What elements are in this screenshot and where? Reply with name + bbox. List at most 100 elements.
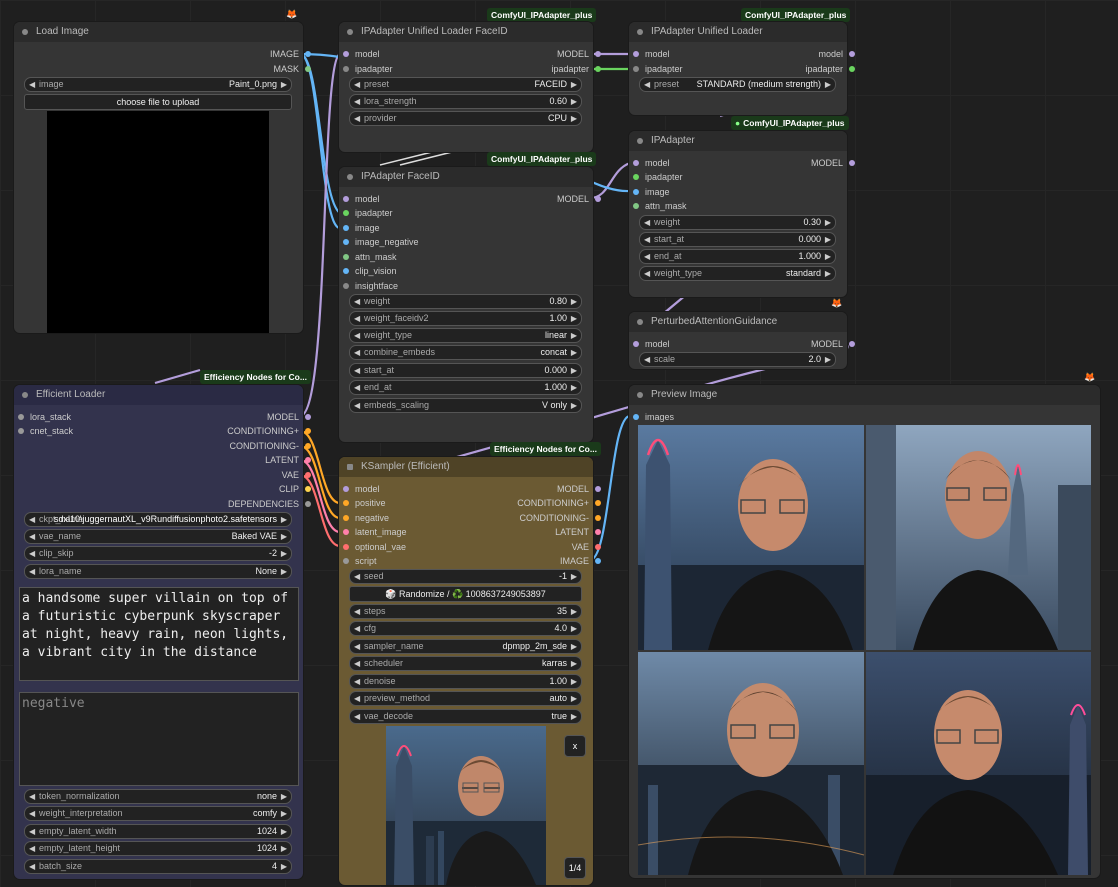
upload-button[interactable]: choose file to upload: [24, 94, 292, 110]
input-latent-image[interactable]: latent_image: [341, 525, 455, 539]
denoise-input[interactable]: ◀ denoise 1.00 ▶: [349, 674, 582, 689]
ipadapter-loader-faceid-node[interactable]: IPAdapter Unified Loader FaceID model ip…: [339, 22, 601, 152]
weight-interpretation-select[interactable]: ◀ weight_interpretation comfy ▶: [24, 806, 292, 821]
output-image[interactable]: IMAGE: [194, 47, 311, 61]
output-ipadapter[interactable]: ipadapter: [749, 62, 855, 76]
node-title[interactable]: IPAdapter FaceID: [339, 167, 593, 187]
node-title[interactable]: KSampler (Efficient): [339, 457, 593, 477]
input-ipadapter[interactable]: ipadapter: [631, 62, 735, 76]
output-clip[interactable]: CLIP: [164, 482, 311, 496]
input-ipadapter[interactable]: ipadapter: [631, 170, 735, 184]
ipadapter-node[interactable]: IPAdapter model ipadapter image attn_mas…: [629, 131, 855, 297]
output-vae[interactable]: VAE: [469, 540, 601, 554]
preview-image-node[interactable]: Preview Image images: [629, 385, 1100, 878]
input-image-negative[interactable]: image_negative: [341, 235, 465, 249]
input-model[interactable]: model: [631, 47, 735, 61]
input-insightface[interactable]: insightface: [341, 279, 465, 293]
output-model[interactable]: MODEL: [479, 192, 601, 206]
ksampler-efficient-node[interactable]: KSampler (Efficient) model positive nega…: [339, 457, 601, 885]
randomize-seed-button[interactable]: 🎲 Randomize / ♻️ 1008637249053897: [349, 586, 582, 602]
perturbed-attention-guidance-node[interactable]: PerturbedAttentionGuidance model MODEL ◀…: [629, 312, 855, 369]
output-dependencies[interactable]: DEPENDENCIES: [164, 497, 311, 511]
load-image-node[interactable]: Load Image IMAGE MASK ◀ image Paint_0.png ▶…: [14, 22, 311, 333]
input-model[interactable]: model: [341, 482, 455, 496]
weight-type-select[interactable]: ◀ weight_type standard ▶: [639, 266, 836, 281]
lora-name-select[interactable]: ◀ lora_name None ▶: [24, 564, 292, 579]
node-title[interactable]: Efficient Loader: [14, 385, 303, 405]
close-preview-button[interactable]: x: [564, 735, 586, 757]
ckpt-name-select[interactable]: ◀ ckpt_name sdxl10\juggernautXL_v9Rundiffu…: [24, 512, 292, 527]
preview-counter[interactable]: 1/4: [564, 857, 586, 879]
output-latent[interactable]: LATENT: [469, 525, 601, 539]
preview-method-select[interactable]: ◀ preview_method auto ▶: [349, 691, 582, 706]
output-conditioning-negative[interactable]: CONDITIONING-: [469, 511, 601, 525]
input-model[interactable]: model: [631, 337, 735, 351]
input-lora-stack[interactable]: lora_stack: [16, 410, 130, 424]
input-image[interactable]: image: [341, 221, 465, 235]
preset-select[interactable]: ◀ preset STANDARD (medium strength) ▶: [639, 77, 836, 92]
preset-select[interactable]: ◀ preset FACEID ▶: [349, 77, 582, 92]
end-at-input[interactable]: ◀ end_at 1.000 ▶: [349, 380, 582, 395]
node-title[interactable]: Load Image: [14, 22, 303, 42]
node-title[interactable]: PerturbedAttentionGuidance: [629, 312, 847, 332]
output-mask[interactable]: MASK: [194, 62, 311, 76]
output-model[interactable]: MODEL: [749, 337, 855, 351]
node-title[interactable]: IPAdapter Unified Loader FaceID: [339, 22, 593, 42]
node-title[interactable]: IPAdapter Unified Loader: [629, 22, 847, 42]
input-model[interactable]: model: [341, 47, 455, 61]
output-image[interactable]: IMAGE: [469, 554, 601, 568]
weight-input[interactable]: ◀ weight 0.80 ▶: [349, 294, 582, 309]
scheduler-select[interactable]: ◀ scheduler karras ▶: [349, 656, 582, 671]
cfg-input[interactable]: ◀ cfg 4.0 ▶: [349, 621, 582, 636]
output-model[interactable]: MODEL: [749, 156, 855, 170]
negative-prompt-textarea[interactable]: negative: [19, 692, 299, 786]
input-ipadapter[interactable]: ipadapter: [341, 62, 455, 76]
output-vae[interactable]: VAE: [164, 468, 311, 482]
sampler-name-select[interactable]: ◀ sampler_name dpmpp_2m_sde ▶: [349, 639, 582, 654]
node-title[interactable]: Preview Image: [629, 385, 1100, 405]
token-normalization-select[interactable]: ◀ token_normalization none ▶: [24, 789, 292, 804]
input-script[interactable]: script: [341, 554, 455, 568]
vae-name-select[interactable]: ◀ vae_name Baked VAE ▶: [24, 529, 292, 544]
embeds-scaling-select[interactable]: ◀ embeds_scaling V only ▶: [349, 398, 582, 413]
combine-embeds-select[interactable]: ◀ combine_embeds concat ▶: [349, 345, 582, 360]
weight-input[interactable]: ◀ weight 0.30 ▶: [639, 215, 836, 230]
input-ipadapter[interactable]: ipadapter: [341, 206, 465, 220]
ipadapter-unified-loader-node[interactable]: IPAdapter Unified Loader model ipadapter…: [629, 22, 855, 115]
start-at-input[interactable]: ◀ start_at 0.000 ▶: [349, 363, 582, 378]
vae-decode-select[interactable]: ◀ vae_decode true ▶: [349, 709, 582, 724]
input-images[interactable]: images: [631, 410, 745, 424]
input-optional-vae[interactable]: optional_vae: [341, 540, 455, 554]
output-model[interactable]: MODEL: [469, 482, 601, 496]
input-image[interactable]: image: [631, 185, 735, 199]
input-negative[interactable]: negative: [341, 511, 455, 525]
start-at-input[interactable]: ◀ start_at 0.000 ▶: [639, 232, 836, 247]
input-cnet-stack[interactable]: cnet_stack: [16, 424, 130, 438]
end-at-input[interactable]: ◀ end_at 1.000 ▶: [639, 249, 836, 264]
output-conditioning-positive[interactable]: CONDITIONING+: [164, 424, 311, 438]
provider-select[interactable]: ◀ provider CPU ▶: [349, 111, 582, 126]
output-model[interactable]: MODEL: [479, 47, 601, 61]
scale-input[interactable]: ◀ scale 2.0 ▶: [639, 352, 836, 367]
weight-type-select[interactable]: ◀ weight_type linear ▶: [349, 328, 582, 343]
seed-input[interactable]: ◀ seed -1 ▶: [349, 569, 582, 584]
image-select[interactable]: ◀ image Paint_0.png ▶: [24, 77, 292, 92]
input-model[interactable]: model: [631, 156, 735, 170]
input-model[interactable]: model: [341, 192, 465, 206]
output-model[interactable]: MODEL: [164, 410, 311, 424]
ipadapter-faceid-node[interactable]: IPAdapter FaceID model ipadapter image i…: [339, 167, 601, 442]
node-title[interactable]: IPAdapter: [629, 131, 847, 151]
output-model[interactable]: model: [749, 47, 855, 61]
weight-faceidv2-input[interactable]: ◀ weight_faceidv2 1.00 ▶: [349, 311, 582, 326]
batch-size-input[interactable]: ◀ batch_size 4 ▶: [24, 859, 292, 874]
output-conditioning-negative[interactable]: CONDITIONING-: [164, 439, 311, 453]
empty-latent-height-input[interactable]: ◀ empty_latent_height 1024 ▶: [24, 841, 292, 856]
steps-input[interactable]: ◀ steps 35 ▶: [349, 604, 582, 619]
output-conditioning-positive[interactable]: CONDITIONING+: [469, 496, 601, 510]
output-ipadapter[interactable]: ipadapter: [479, 62, 601, 76]
input-positive[interactable]: positive: [341, 496, 455, 510]
efficient-loader-node[interactable]: Efficient Loader lora_stack cnet_stack M…: [14, 385, 311, 879]
input-attn-mask[interactable]: attn_mask: [631, 199, 735, 213]
output-latent[interactable]: LATENT: [164, 453, 311, 467]
input-clip-vision[interactable]: clip_vision: [341, 264, 465, 278]
